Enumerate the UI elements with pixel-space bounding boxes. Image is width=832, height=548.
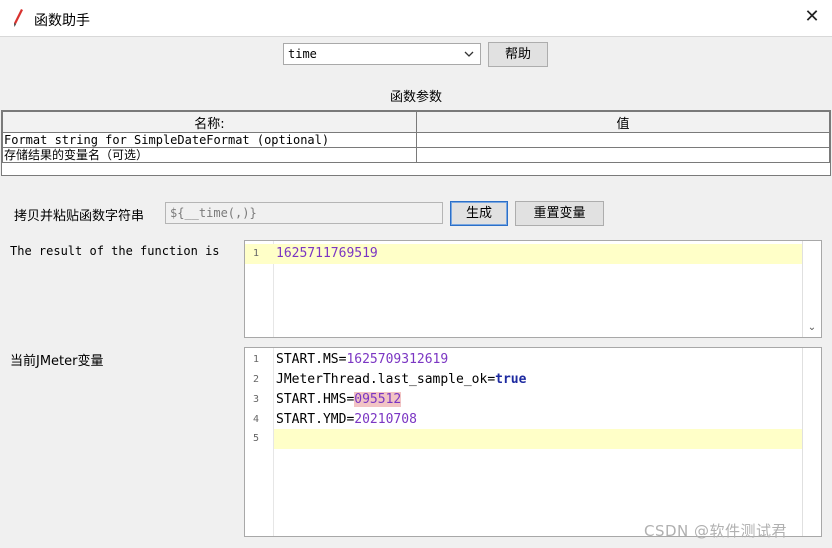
code-text: JMeterThread.last_sample_ok=true: [276, 370, 526, 390]
line-number: 4: [252, 414, 260, 425]
var-value: 20210708: [354, 412, 417, 427]
copy-string-label: 拷贝并粘贴函数字符串: [14, 209, 145, 224]
vertical-scrollbar[interactable]: [802, 348, 821, 536]
line-number: 1: [252, 248, 260, 259]
editor-line: 5: [245, 429, 821, 449]
variables-editor[interactable]: 1 START.MS=1625709312619 2 JMeterThread.…: [244, 347, 822, 537]
code-text: START.MS=1625709312619: [276, 350, 448, 370]
var-value: 095512: [354, 392, 402, 407]
title-bar: 函数助手 ✕: [0, 0, 832, 37]
param-value-cell[interactable]: [416, 132, 830, 148]
chevron-down-icon: [464, 51, 474, 57]
params-section-title: 函数参数: [389, 90, 442, 105]
params-table: 名称: 值 Format string for SimpleDateFormat…: [1, 110, 831, 176]
line-number: 1: [252, 354, 260, 365]
var-key: START.HMS=: [276, 392, 355, 407]
function-select[interactable]: time: [283, 43, 481, 65]
editor-line: 1 1625711769519: [245, 244, 821, 264]
table-row[interactable]: Format string for SimpleDateFormat (opti…: [2, 132, 830, 148]
table-row[interactable]: 存储结果的变量名（可选）: [2, 147, 830, 163]
editor-line: 4 START.YMD=20210708: [245, 410, 821, 430]
help-button[interactable]: 帮助: [488, 42, 548, 67]
param-value-cell[interactable]: [416, 147, 830, 163]
line-number: 2: [252, 374, 260, 385]
generate-button[interactable]: 生成: [450, 201, 508, 226]
editor-line: 3 START.HMS=095512: [245, 390, 821, 410]
column-header-value: 值: [416, 111, 830, 133]
function-string-field[interactable]: ${__time(,)}: [165, 202, 443, 224]
code-text: START.HMS=095512: [276, 390, 402, 410]
param-name-cell: Format string for SimpleDateFormat (opti…: [2, 132, 417, 148]
reset-variables-button[interactable]: 重置变量: [515, 201, 604, 226]
result-label: The result of the function is: [10, 244, 220, 258]
line-number: 3: [252, 394, 260, 405]
line-number: 5: [252, 433, 260, 444]
result-editor[interactable]: 1 1625711769519 ⌄: [244, 240, 822, 338]
watermark: CSDN @软件测试君: [644, 522, 788, 540]
vertical-scrollbar[interactable]: ⌄: [802, 241, 821, 337]
var-value: true: [495, 372, 527, 387]
close-icon[interactable]: ✕: [800, 5, 824, 29]
code-text: START.YMD=20210708: [276, 410, 417, 430]
function-select-value: time: [288, 47, 317, 61]
feather-pen-icon: [14, 9, 23, 27]
jmeter-variables-label: 当前JMeter变量: [10, 354, 104, 369]
var-key: START.YMD=: [276, 412, 355, 427]
editor-line: 2 JMeterThread.last_sample_ok=true: [245, 370, 821, 390]
scroll-down-icon[interactable]: ⌄: [803, 321, 821, 335]
result-value: 1625711769519: [276, 246, 378, 261]
param-name-cell: 存储结果的变量名（可选）: [2, 147, 417, 163]
editor-line: 1 START.MS=1625709312619: [245, 350, 821, 370]
var-key: START.MS=: [276, 352, 347, 367]
window-title: 函数助手: [34, 13, 90, 29]
var-value: 1625709312619: [346, 352, 449, 367]
var-key: JMeterThread.last_sample_ok=: [276, 372, 496, 387]
column-header-name: 名称:: [2, 111, 417, 133]
